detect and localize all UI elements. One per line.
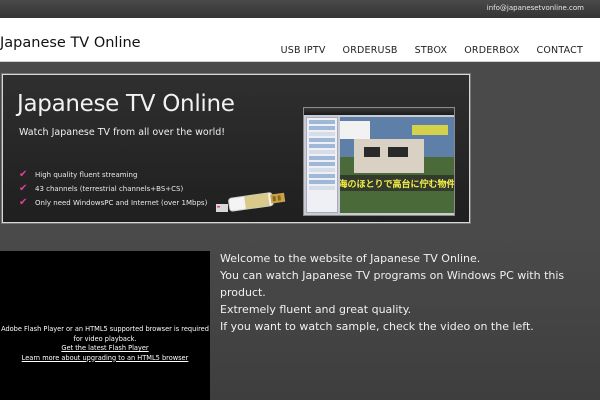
video-player[interactable]: Adobe Flash Player or an HTML5 supported… — [0, 251, 210, 400]
main-nav: USB IPTV ORDERUSB STBOX ORDERBOX CONTACT — [281, 45, 600, 56]
flash-player-link[interactable]: Get the latest Flash Player — [0, 344, 210, 354]
screen-caption: 海のほとりで高台に佇む物件 — [340, 178, 454, 190]
video-fallback-message: Adobe Flash Player or an HTML5 supported… — [0, 325, 210, 363]
check-icon: ✔ — [19, 183, 28, 194]
video-message-line1: Adobe Flash Player or an HTML5 supported… — [1, 325, 209, 333]
nav-usb-iptv[interactable]: USB IPTV — [281, 45, 326, 56]
hero-banner: Japanese TV Online Watch Japanese TV fro… — [2, 74, 470, 223]
feature-text: 43 channels (terrestrial channels+BS+CS) — [35, 185, 184, 193]
check-icon: ✔ — [19, 169, 28, 180]
email-link[interactable]: info@japanesetvonline.com — [487, 4, 584, 12]
nav-orderusb[interactable]: ORDERUSB — [343, 45, 398, 56]
check-icon: ✔ — [19, 197, 28, 208]
channel-list — [306, 117, 338, 213]
tv-player-screenshot: 海のほとりで高台に佇む物件 — [303, 107, 455, 216]
feature-text: Only need WindowsPC and Internet (over 1… — [35, 199, 208, 207]
nav-contact[interactable]: CONTACT — [537, 45, 583, 56]
content-section: Adobe Flash Player or an HTML5 supported… — [0, 234, 600, 400]
feature-item: ✔ High quality fluent streaming — [19, 169, 219, 181]
feature-item: ✔ Only need WindowsPC and Internet (over… — [19, 197, 219, 209]
feature-text: High quality fluent streaming — [35, 171, 138, 179]
welcome-line: Extremely fluent and great quality. — [220, 303, 412, 316]
site-title[interactable]: Japanese TV Online — [0, 35, 141, 51]
feature-item: ✔ 43 channels (terrestrial channels+BS+C… — [19, 183, 219, 195]
nav-orderbox[interactable]: ORDERBOX — [464, 45, 519, 56]
site-header: Japanese TV Online USB IPTV ORDERUSB STB… — [0, 18, 600, 62]
top-bar: info@japanesetvonline.com — [0, 0, 600, 18]
video-message-line2: for video playback. — [73, 334, 137, 343]
hero-band: Japanese TV Online Watch Japanese TV fro… — [0, 62, 600, 234]
tv-screen: 海のほとりで高台に佇む物件 — [340, 117, 454, 213]
banner-subtitle: Watch Japanese TV from all over the worl… — [19, 127, 226, 138]
usb-dongle-image — [216, 192, 286, 212]
html5-upgrade-link[interactable]: Learn more about upgrading to an HTML5 b… — [0, 354, 210, 364]
welcome-line: If you want to watch sample, check the v… — [220, 320, 534, 333]
nav-stbox[interactable]: STBOX — [415, 45, 448, 56]
welcome-text: Welcome to the website of Japanese TV On… — [220, 250, 592, 335]
welcome-line: You can watch Japanese TV programs on Wi… — [220, 269, 565, 299]
welcome-line: Welcome to the website of Japanese TV On… — [220, 252, 481, 265]
banner-title: Japanese TV Online — [17, 91, 235, 117]
